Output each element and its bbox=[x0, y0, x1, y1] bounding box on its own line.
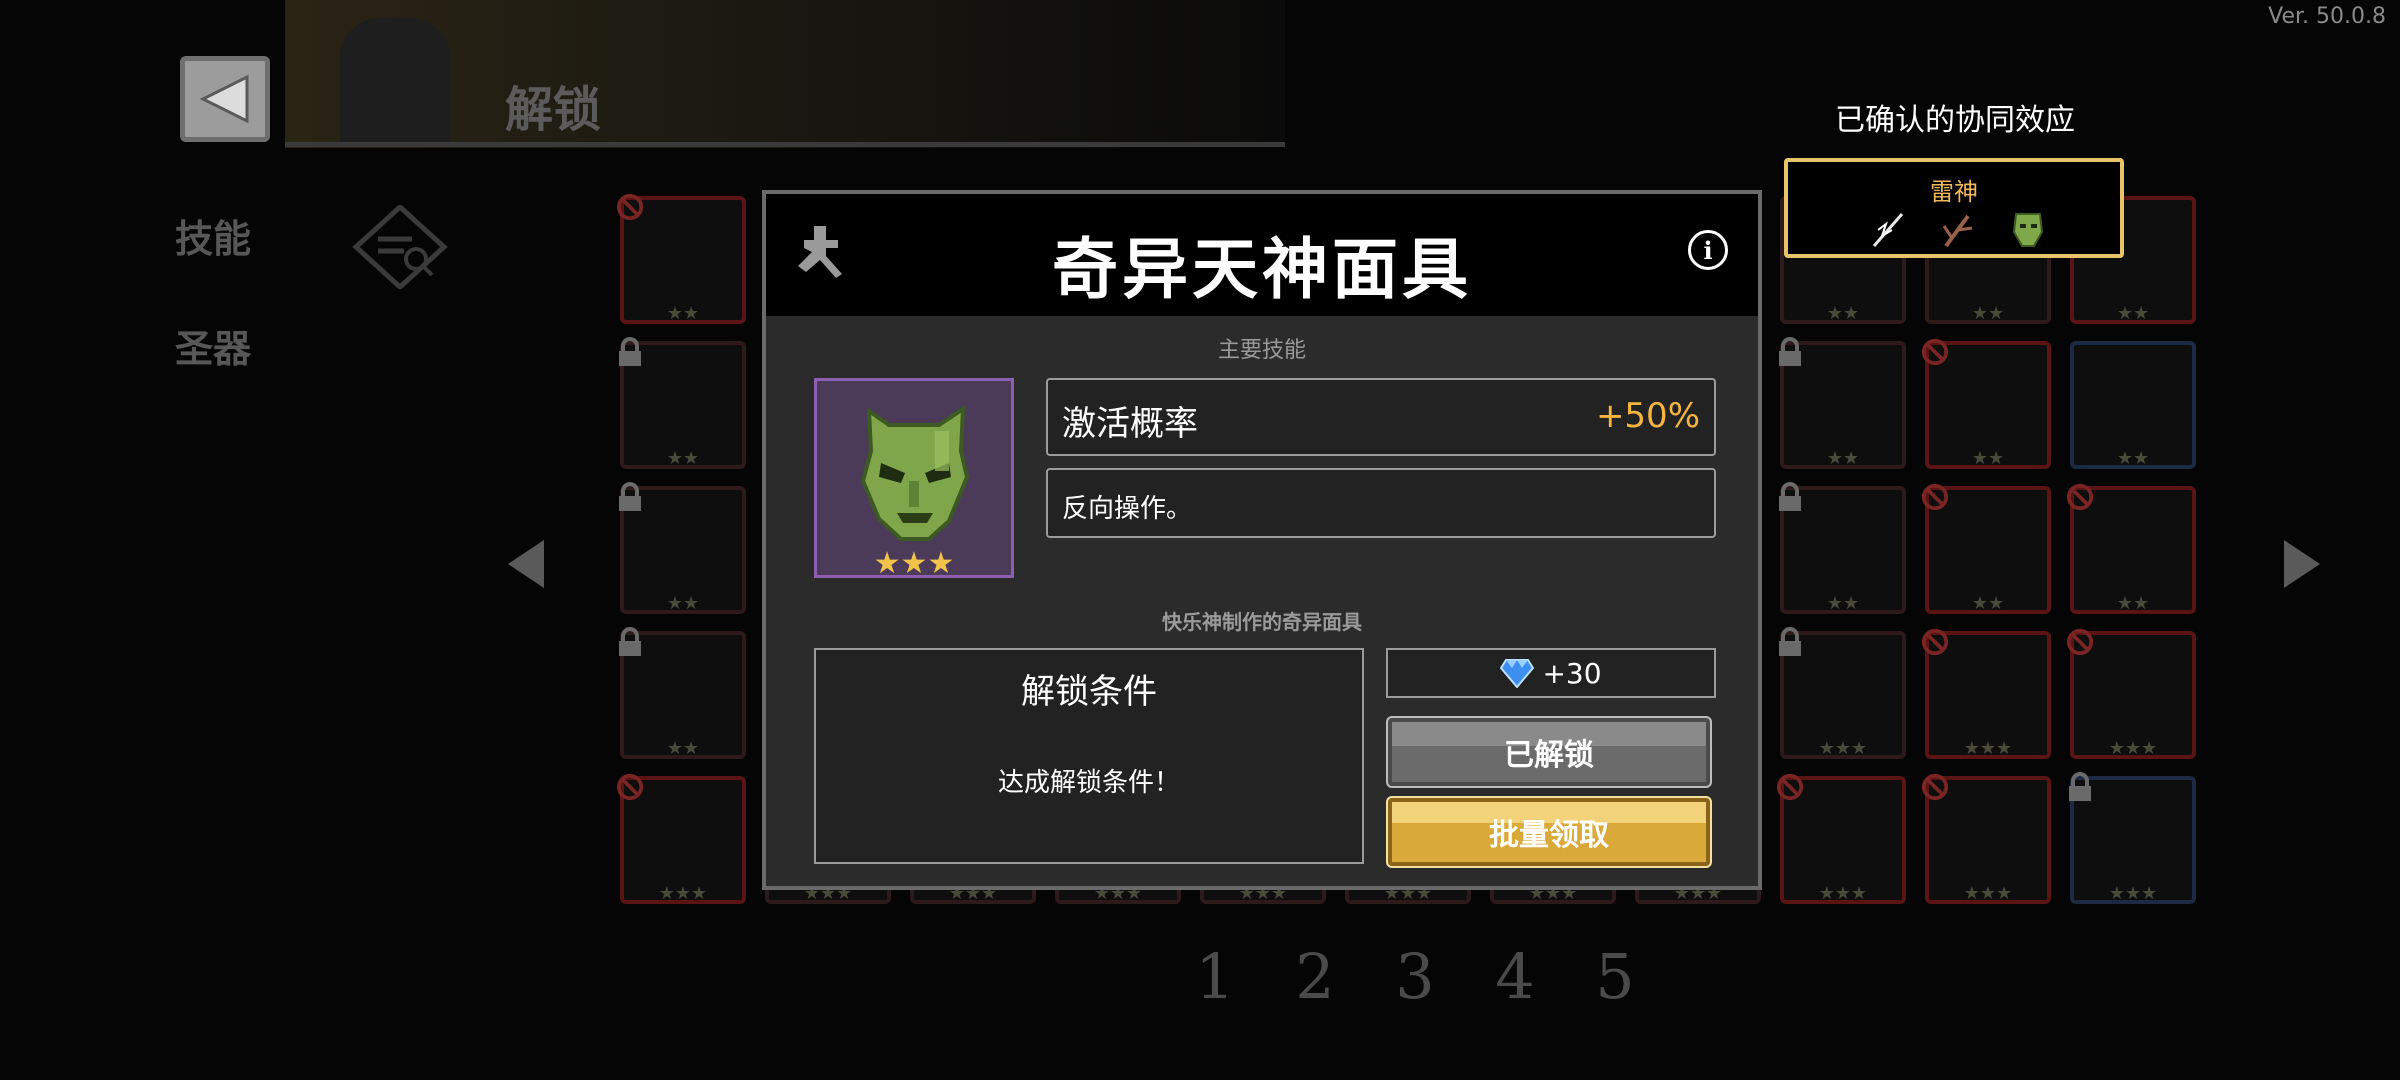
reward-amount: +30 bbox=[1542, 656, 1602, 690]
page-1-button[interactable]: 1 bbox=[1190, 940, 1240, 1013]
forbidden-icon bbox=[1921, 773, 1949, 801]
slot-stars: ★★ bbox=[666, 593, 700, 614]
prev-page-arrow[interactable] bbox=[508, 540, 544, 588]
lock-icon bbox=[1779, 482, 1801, 511]
relic-slot[interactable]: ★★ bbox=[619, 627, 746, 759]
header-divider bbox=[285, 142, 1285, 147]
page-4-button[interactable]: 4 bbox=[1490, 940, 1540, 1013]
lock-icon bbox=[1779, 627, 1801, 656]
slot-stars: ★★★ bbox=[1963, 738, 2013, 759]
relic-slot[interactable]: ★★★ bbox=[616, 773, 746, 904]
relic-slot[interactable]: ★★ bbox=[619, 482, 746, 614]
slot-stars: ★★ bbox=[1826, 303, 1860, 324]
relic-slot[interactable]: ★★ bbox=[616, 193, 746, 324]
slot-stars: ★★ bbox=[666, 448, 700, 469]
slot-stars: ★★ bbox=[666, 738, 700, 759]
diamond-icon bbox=[1500, 659, 1535, 688]
stat-row: 激活概率 +50% bbox=[1046, 378, 1716, 456]
slot-stars: ★★ bbox=[666, 303, 700, 324]
page-title: 解锁 bbox=[505, 82, 602, 138]
reward-row: +30 bbox=[1386, 648, 1716, 698]
relic-slot[interactable]: ★★★ bbox=[2069, 772, 2196, 904]
synergy-title: 已确认的协同效应 bbox=[1835, 103, 2075, 138]
unlock-condition-panel: 解锁条件 达成解锁条件！ bbox=[814, 648, 1364, 864]
description-row: 反向操作。 bbox=[1046, 468, 1716, 538]
info-icon[interactable]: i bbox=[1688, 230, 1728, 270]
slot-stars: ★★ bbox=[1971, 593, 2005, 614]
unlocked-button[interactable]: 已解锁 bbox=[1386, 716, 1712, 788]
relic-slot[interactable]: ★★ bbox=[1921, 483, 2051, 614]
lock-icon bbox=[2069, 772, 2091, 801]
forbidden-icon bbox=[616, 193, 644, 221]
page-3-button[interactable]: 3 bbox=[1390, 940, 1440, 1013]
forbidden-icon bbox=[616, 773, 644, 801]
stat-value: +50% bbox=[1595, 396, 1700, 436]
lock-icon bbox=[619, 337, 641, 366]
back-button[interactable] bbox=[180, 56, 270, 142]
lock-icon bbox=[619, 627, 641, 656]
back-arrow-icon bbox=[199, 74, 249, 124]
forbidden-icon bbox=[2066, 628, 2094, 656]
relic-slot[interactable]: ★★★ bbox=[1779, 627, 1906, 759]
slot-stars: ★★★ bbox=[658, 883, 708, 904]
slot-stars: ★★★ bbox=[1963, 883, 2013, 904]
stat-label: 激活概率 bbox=[1062, 404, 1198, 444]
relic-slot[interactable]: ★★★ bbox=[1921, 773, 2051, 904]
slot-stars: ★★ bbox=[1826, 448, 1860, 469]
slot-stars: ★★ bbox=[2116, 303, 2150, 324]
slot-stars: ★★ bbox=[1826, 593, 1860, 614]
hero-portrait bbox=[340, 18, 450, 146]
relic-slot[interactable]: ★★ bbox=[1779, 337, 1906, 469]
forbidden-icon bbox=[1921, 483, 1949, 511]
item-stars: ★★★ bbox=[873, 546, 955, 581]
synergy-name: 雷神 bbox=[1930, 178, 1978, 206]
relic-slot[interactable]: ★★ bbox=[1779, 482, 1906, 614]
slot-stars: ★★★ bbox=[1818, 738, 1868, 759]
slot-stars: ★★ bbox=[1971, 303, 2005, 324]
main-skill-label: 主要技能 bbox=[1217, 338, 1306, 363]
batch-claim-button[interactable]: 批量领取 bbox=[1386, 796, 1712, 868]
lightning-sword-icon bbox=[1872, 213, 1904, 247]
forbidden-icon bbox=[1776, 773, 1804, 801]
slot-stars: ★★ bbox=[1971, 448, 2005, 469]
slot-stars: ★★ bbox=[2116, 593, 2150, 614]
mask-icon bbox=[2012, 213, 2044, 247]
lock-icon bbox=[1779, 337, 1801, 366]
version-label: Ver. 50.0.8 bbox=[2268, 4, 2386, 29]
synergy-card[interactable]: 雷神 bbox=[1784, 158, 2124, 258]
relic-slot[interactable]: ★★★ bbox=[1921, 628, 2051, 759]
relic-slot[interactable]: ★★ bbox=[2066, 483, 2196, 614]
modal-title: 奇异天神面具 bbox=[1052, 231, 1472, 308]
forbidden-icon bbox=[2066, 483, 2094, 511]
slot-stars: ★★★ bbox=[2108, 738, 2158, 759]
description-text: 反向操作。 bbox=[1062, 494, 1193, 524]
unlock-condition-title: 解锁条件 bbox=[1021, 672, 1157, 712]
tab-relics[interactable]: 圣器 bbox=[175, 318, 251, 373]
forbidden-icon bbox=[1921, 628, 1949, 656]
branch-icon bbox=[1942, 214, 1973, 248]
relic-slot[interactable]: ★★ bbox=[2070, 341, 2196, 469]
filter-search-icon[interactable] bbox=[352, 205, 448, 289]
page-2-button[interactable]: 2 bbox=[1290, 940, 1340, 1013]
next-page-arrow[interactable] bbox=[2284, 540, 2320, 588]
lock-icon bbox=[619, 482, 641, 511]
slot-stars: ★★★ bbox=[2108, 883, 2158, 904]
tab-skills[interactable]: 技能 bbox=[175, 208, 251, 263]
pagination: 1 2 3 4 5 bbox=[1190, 940, 1640, 1013]
relic-slot[interactable]: ★★ bbox=[619, 337, 746, 469]
forbidden-icon bbox=[1921, 338, 1949, 366]
page-5-button[interactable]: 5 bbox=[1590, 940, 1640, 1013]
flavor-text: 快乐神制作的奇异面具 bbox=[1162, 610, 1362, 634]
unlock-condition-text: 达成解锁条件！ bbox=[997, 768, 1180, 798]
slot-stars: ★★★ bbox=[1818, 883, 1868, 904]
item-detail-modal: 奇异天神面具 i 主要技能 ★★★ 激活概率 +50% 反向操作。 快乐神制作的… bbox=[762, 190, 1762, 890]
relic-slot[interactable]: ★★ bbox=[1921, 338, 2051, 469]
relic-slot[interactable]: ★★★ bbox=[1776, 773, 1906, 904]
item-portrait: ★★★ bbox=[814, 378, 1014, 581]
slot-stars: ★★ bbox=[2116, 448, 2150, 469]
relic-slot[interactable]: ★★★ bbox=[2066, 628, 2196, 759]
